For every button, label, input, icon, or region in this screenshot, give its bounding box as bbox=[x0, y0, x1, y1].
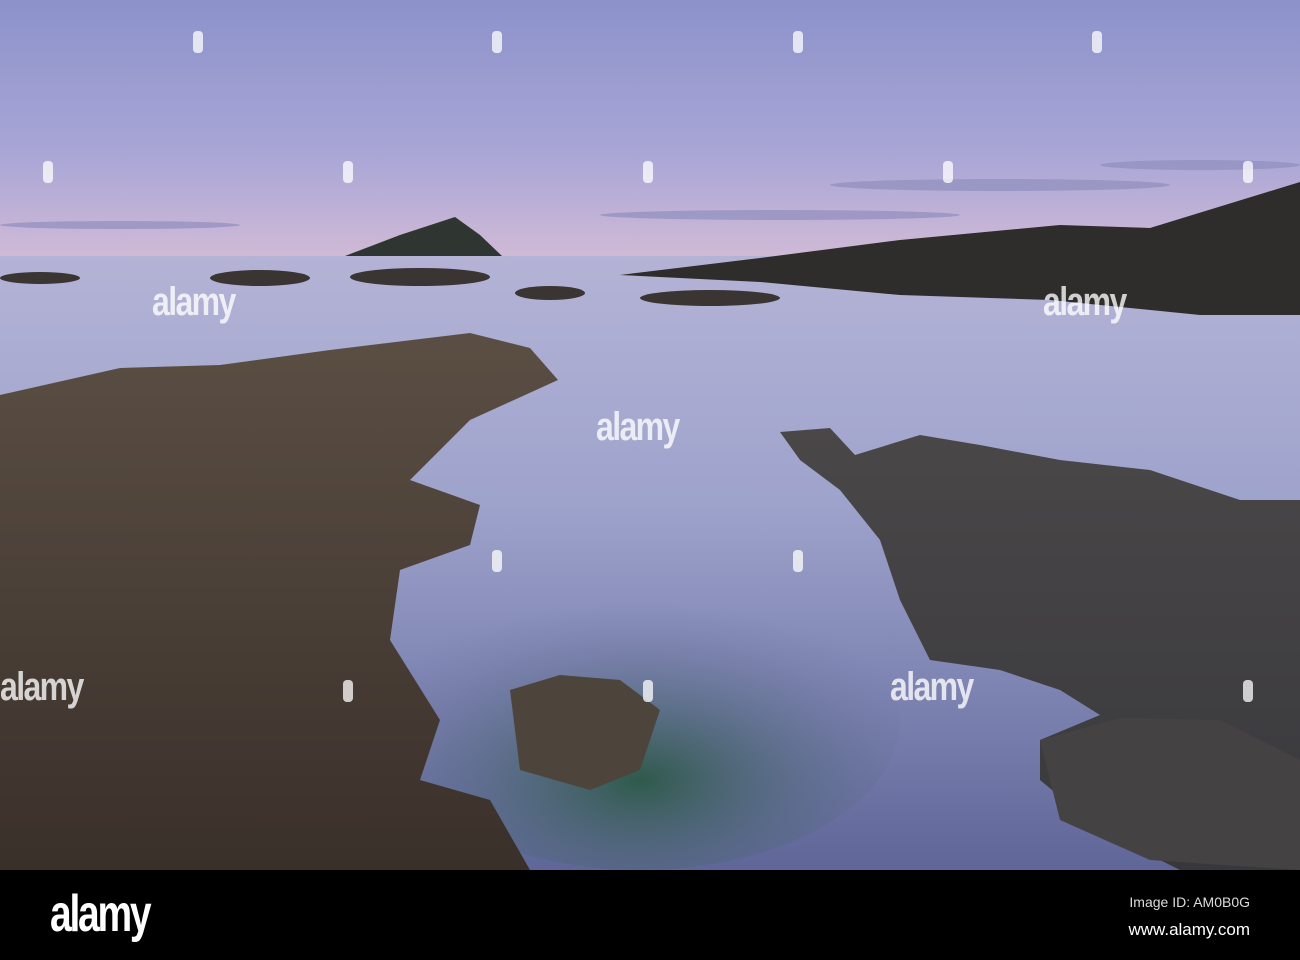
watermark-mark bbox=[1243, 680, 1253, 702]
stock-photo-page: alamy alamy alamy alamy alamy alamy Imag… bbox=[0, 0, 1300, 960]
watermark-mark bbox=[793, 550, 803, 572]
watermark-mark bbox=[643, 680, 653, 702]
watermark-mark bbox=[492, 550, 502, 572]
watermark-text: alamy bbox=[596, 405, 680, 449]
watermark-text: alamy bbox=[1043, 280, 1127, 324]
footer-bar: alamy Image ID: AM0B0G www.alamy.com bbox=[0, 870, 1300, 960]
watermark-mark bbox=[343, 161, 353, 183]
watermark-text: alamy bbox=[0, 665, 84, 709]
watermark-mark bbox=[492, 31, 502, 53]
watermark-mark bbox=[1243, 161, 1253, 183]
watermark-mark bbox=[193, 31, 203, 53]
watermark-mark bbox=[43, 161, 53, 183]
watermark-text: alamy bbox=[152, 280, 236, 324]
watermark-mark bbox=[343, 680, 353, 702]
watermark-text: alamy bbox=[890, 665, 974, 709]
watermark-mark bbox=[643, 161, 653, 183]
watermark-mark bbox=[793, 31, 803, 53]
watermark-mark bbox=[1092, 31, 1102, 53]
image-id: Image ID: AM0B0G bbox=[1129, 894, 1250, 910]
alamy-logo[interactable]: alamy bbox=[50, 884, 152, 944]
site-url[interactable]: www.alamy.com bbox=[1128, 920, 1250, 940]
watermark-mark bbox=[943, 161, 953, 183]
